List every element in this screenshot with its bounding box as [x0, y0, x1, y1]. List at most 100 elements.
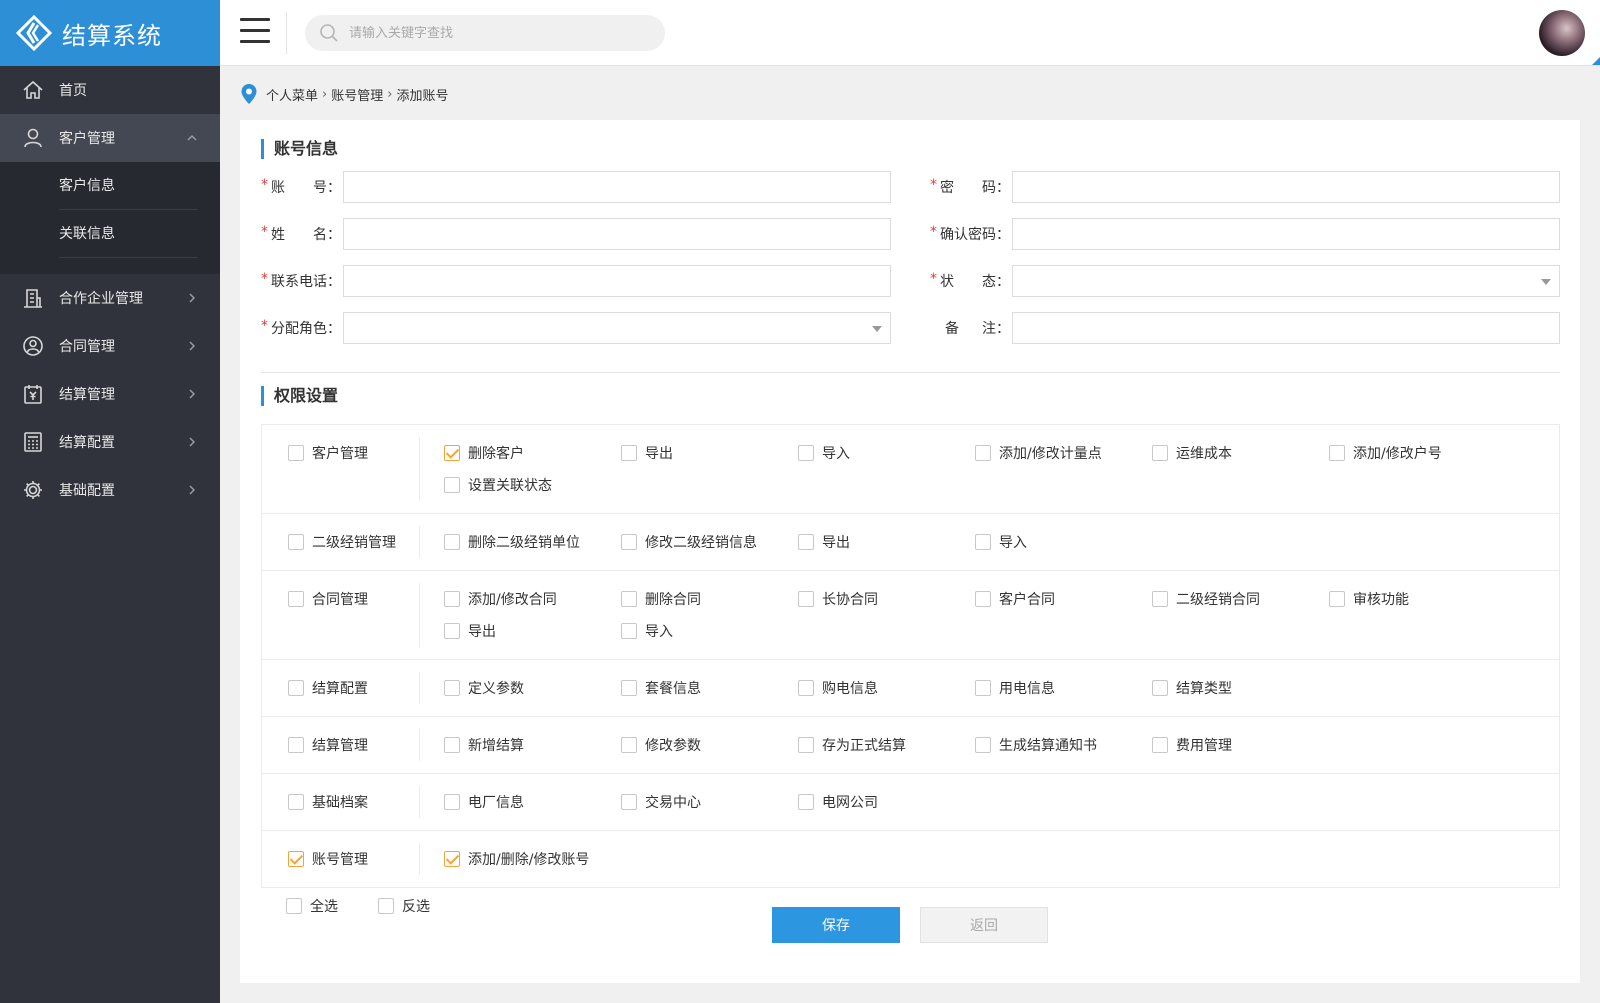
checkbox-box[interactable] — [288, 591, 304, 607]
permission-group-checkbox[interactable]: 结算管理 — [288, 729, 368, 761]
checkbox-box[interactable] — [444, 680, 460, 696]
permission-checkbox[interactable]: 套餐信息 — [621, 672, 798, 704]
select-all-checkbox[interactable]: 全选 — [286, 890, 338, 922]
checkbox-box[interactable] — [798, 680, 814, 696]
checkbox-box[interactable] — [1152, 680, 1168, 696]
checkbox-box[interactable] — [288, 534, 304, 550]
permission-checkbox[interactable]: 导出 — [798, 526, 975, 558]
checkbox-box[interactable] — [444, 591, 460, 607]
checkbox-box[interactable] — [444, 534, 460, 550]
permission-checkbox[interactable]: 修改二级经销信息 — [621, 526, 798, 558]
save-button[interactable]: 保存 — [772, 907, 900, 943]
permission-checkbox[interactable]: 导出 — [444, 615, 621, 647]
name-field[interactable] — [343, 218, 891, 250]
checkbox-box[interactable] — [621, 680, 637, 696]
logo[interactable]: 结算系统 — [0, 0, 220, 66]
permission-checkbox[interactable]: 客户合同 — [975, 583, 1152, 615]
checkbox-box[interactable] — [286, 898, 302, 914]
permission-checkbox[interactable]: 添加/修改计量点 — [975, 437, 1152, 469]
breadcrumb-item[interactable]: 账号管理 — [331, 85, 383, 104]
checkbox-box[interactable] — [444, 851, 460, 867]
checkbox-box[interactable] — [1152, 591, 1168, 607]
checkbox-box[interactable] — [444, 623, 460, 639]
checkbox-box[interactable] — [975, 680, 991, 696]
search-input[interactable] — [349, 25, 639, 41]
permission-checkbox[interactable]: 长协合同 — [798, 583, 975, 615]
permission-checkbox[interactable]: 添加/修改合同 — [444, 583, 621, 615]
breadcrumb-item[interactable]: 个人菜单 — [266, 85, 318, 104]
checkbox-box[interactable] — [444, 737, 460, 753]
checkbox-box[interactable] — [444, 445, 460, 461]
permission-checkbox[interactable]: 导入 — [975, 526, 1152, 558]
role-select[interactable] — [343, 312, 891, 344]
sidebar-item-settlement-management[interactable]: 结算管理 — [0, 370, 220, 418]
permission-checkbox[interactable]: 删除合同 — [621, 583, 798, 615]
invert-selection-checkbox[interactable]: 反选 — [378, 890, 430, 922]
checkbox-box[interactable] — [798, 794, 814, 810]
checkbox-box[interactable] — [798, 445, 814, 461]
permission-checkbox[interactable]: 添加/修改户号 — [1329, 437, 1506, 469]
permission-group-checkbox[interactable]: 客户管理 — [288, 437, 368, 469]
permission-checkbox[interactable]: 电厂信息 — [444, 786, 621, 818]
checkbox-box[interactable] — [975, 591, 991, 607]
checkbox-box[interactable] — [621, 534, 637, 550]
permission-checkbox[interactable]: 导入 — [798, 437, 975, 469]
sidebar-item-home[interactable]: 首页 — [0, 66, 220, 114]
checkbox-box[interactable] — [975, 445, 991, 461]
permission-checkbox[interactable]: 删除客户 — [444, 437, 621, 469]
checkbox-box[interactable] — [621, 445, 637, 461]
permission-checkbox[interactable]: 电网公司 — [798, 786, 975, 818]
checkbox-box[interactable] — [1329, 445, 1345, 461]
phone-field[interactable] — [343, 265, 891, 297]
menu-toggle-icon[interactable] — [240, 18, 270, 46]
checkbox-box[interactable] — [798, 534, 814, 550]
checkbox-box[interactable] — [288, 794, 304, 810]
checkbox-box[interactable] — [621, 794, 637, 810]
permission-checkbox[interactable]: 设置关联状态 — [444, 469, 621, 501]
account-field[interactable] — [343, 171, 891, 203]
sidebar-item-partner-management[interactable]: 合作企业管理 — [0, 274, 220, 322]
checkbox-box[interactable] — [288, 680, 304, 696]
permission-checkbox[interactable]: 定义参数 — [444, 672, 621, 704]
permission-checkbox[interactable]: 购电信息 — [798, 672, 975, 704]
permission-group-checkbox[interactable]: 账号管理 — [288, 843, 368, 875]
checkbox-box[interactable] — [621, 591, 637, 607]
permission-checkbox[interactable]: 结算类型 — [1152, 672, 1329, 704]
permission-checkbox[interactable]: 删除二级经销单位 — [444, 526, 621, 558]
permission-checkbox[interactable]: 导出 — [621, 437, 798, 469]
permission-checkbox[interactable]: 二级经销合同 — [1152, 583, 1329, 615]
password-field[interactable] — [1012, 171, 1560, 203]
permission-checkbox[interactable]: 新增结算 — [444, 729, 621, 761]
permission-checkbox[interactable]: 添加/删除/修改账号 — [444, 843, 621, 875]
sidebar-item-contract-management[interactable]: 合同管理 — [0, 322, 220, 370]
permission-group-checkbox[interactable]: 结算配置 — [288, 672, 368, 704]
permission-checkbox[interactable]: 用电信息 — [975, 672, 1152, 704]
sidebar-subitem-related-info[interactable]: 关联信息 — [59, 210, 198, 258]
checkbox-box[interactable] — [798, 591, 814, 607]
checkbox-box[interactable] — [621, 623, 637, 639]
checkbox-box[interactable] — [288, 445, 304, 461]
permission-checkbox[interactable]: 运维成本 — [1152, 437, 1329, 469]
sidebar-subitem-customer-info[interactable]: 客户信息 — [59, 162, 198, 210]
sidebar-item-basic-config[interactable]: 基础配置 — [0, 466, 220, 514]
checkbox-box[interactable] — [975, 534, 991, 550]
permission-checkbox[interactable]: 费用管理 — [1152, 729, 1329, 761]
back-button[interactable]: 返回 — [920, 907, 1048, 943]
sidebar-item-customer-management[interactable]: 客户管理 — [0, 114, 220, 162]
checkbox-box[interactable] — [444, 794, 460, 810]
checkbox-box[interactable] — [1152, 445, 1168, 461]
permission-checkbox[interactable]: 审核功能 — [1329, 583, 1506, 615]
checkbox-box[interactable] — [378, 898, 394, 914]
checkbox-box[interactable] — [621, 737, 637, 753]
checkbox-box[interactable] — [288, 737, 304, 753]
permission-checkbox[interactable]: 导入 — [621, 615, 798, 647]
checkbox-box[interactable] — [1152, 737, 1168, 753]
permission-group-checkbox[interactable]: 二级经销管理 — [288, 526, 396, 558]
confirm-password-field[interactable] — [1012, 218, 1560, 250]
checkbox-box[interactable] — [1329, 591, 1345, 607]
permission-checkbox[interactable]: 生成结算通知书 — [975, 729, 1152, 761]
avatar[interactable] — [1539, 10, 1585, 56]
checkbox-box[interactable] — [288, 851, 304, 867]
checkbox-box[interactable] — [798, 737, 814, 753]
remark-field[interactable] — [1012, 312, 1560, 344]
